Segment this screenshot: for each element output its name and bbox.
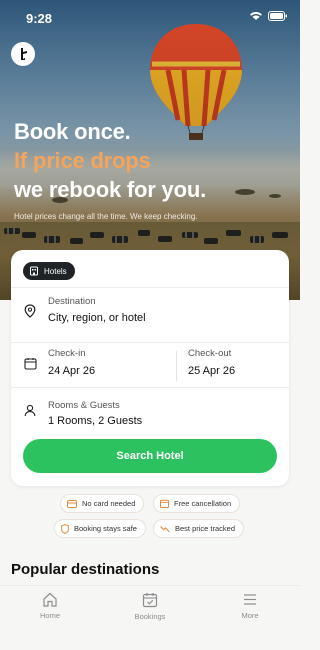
menu-icon (244, 594, 256, 605)
tab-more-label: More (241, 611, 259, 620)
badge-label: No card needed (82, 499, 136, 508)
hotels-chip-label: Hotels (44, 266, 67, 276)
destination-input[interactable]: City, region, or hotel (48, 312, 146, 324)
tab-more[interactable]: More (220, 592, 280, 620)
app-logo-icon (21, 48, 27, 60)
home-icon (43, 592, 57, 607)
section-title-popular-destinations: Popular destinations (11, 561, 160, 578)
badge-free-cancellation: Free cancellation (153, 494, 241, 513)
battery-icon (268, 11, 287, 21)
badge-booking-stays-safe: Booking stays safe (54, 519, 146, 538)
check-out-label: Check-out (188, 348, 232, 359)
destination-field[interactable]: Destination City, region, or hotel (11, 287, 289, 342)
calendar-check-icon (142, 593, 158, 608)
check-in-value[interactable]: 24 Apr 26 (48, 365, 95, 377)
credit-card-icon (67, 499, 77, 508)
badge-best-price-tracked: Best price tracked (153, 519, 245, 538)
tab-home-label: Home (39, 611, 60, 620)
badge-no-card-needed: No card needed (60, 494, 145, 513)
trend-down-icon (160, 525, 170, 532)
tab-home[interactable]: Home (20, 592, 80, 620)
hero-subline: Hotel prices change all the time. We kee… (14, 212, 198, 221)
destination-label: Destination (48, 296, 96, 307)
calendar-icon (160, 499, 169, 508)
search-hotel-button[interactable]: Search Hotel (23, 439, 277, 473)
headline-line-2: If price drops (14, 148, 151, 173)
badge-label: Best price tracked (175, 524, 236, 533)
hero-headline: Book once. If price drops we rebook for … (14, 117, 206, 204)
tab-bookings[interactable]: Bookings (120, 592, 180, 621)
headline-line-1: Book once. (14, 119, 131, 144)
hotels-chip[interactable]: Hotels (23, 262, 75, 280)
badge-label: Free cancellation (174, 499, 232, 508)
hotel-icon (30, 266, 38, 276)
badge-label: Booking stays safe (74, 524, 137, 533)
wifi-icon (250, 12, 262, 20)
person-icon (24, 404, 36, 417)
status-bar: 9:28 (0, 0, 300, 38)
check-out-value[interactable]: 25 Apr 26 (188, 365, 235, 377)
rooms-guests-value[interactable]: 1 Rooms, 2 Guests (48, 415, 142, 427)
calendar-icon (24, 358, 37, 370)
headline-line-3: we rebook for you. (14, 177, 206, 202)
search-card: Hotels Destination City, region, or hote… (11, 250, 289, 486)
bottom-tab-bar: Home Bookings More (0, 585, 300, 650)
rooms-guests-label: Rooms & Guests (48, 400, 120, 411)
dates-row: Check-in 24 Apr 26 Check-out 25 Apr 26 (11, 342, 289, 387)
location-pin-icon (24, 304, 36, 318)
check-in-label: Check-in (48, 348, 86, 359)
tab-bookings-label: Bookings (134, 612, 166, 621)
status-time: 9:28 (26, 11, 53, 26)
rooms-guests-field[interactable]: Rooms & Guests 1 Rooms, 2 Guests (11, 387, 289, 432)
shield-icon (61, 523, 69, 534)
date-divider (176, 351, 177, 381)
app-logo-button[interactable] (11, 42, 35, 66)
